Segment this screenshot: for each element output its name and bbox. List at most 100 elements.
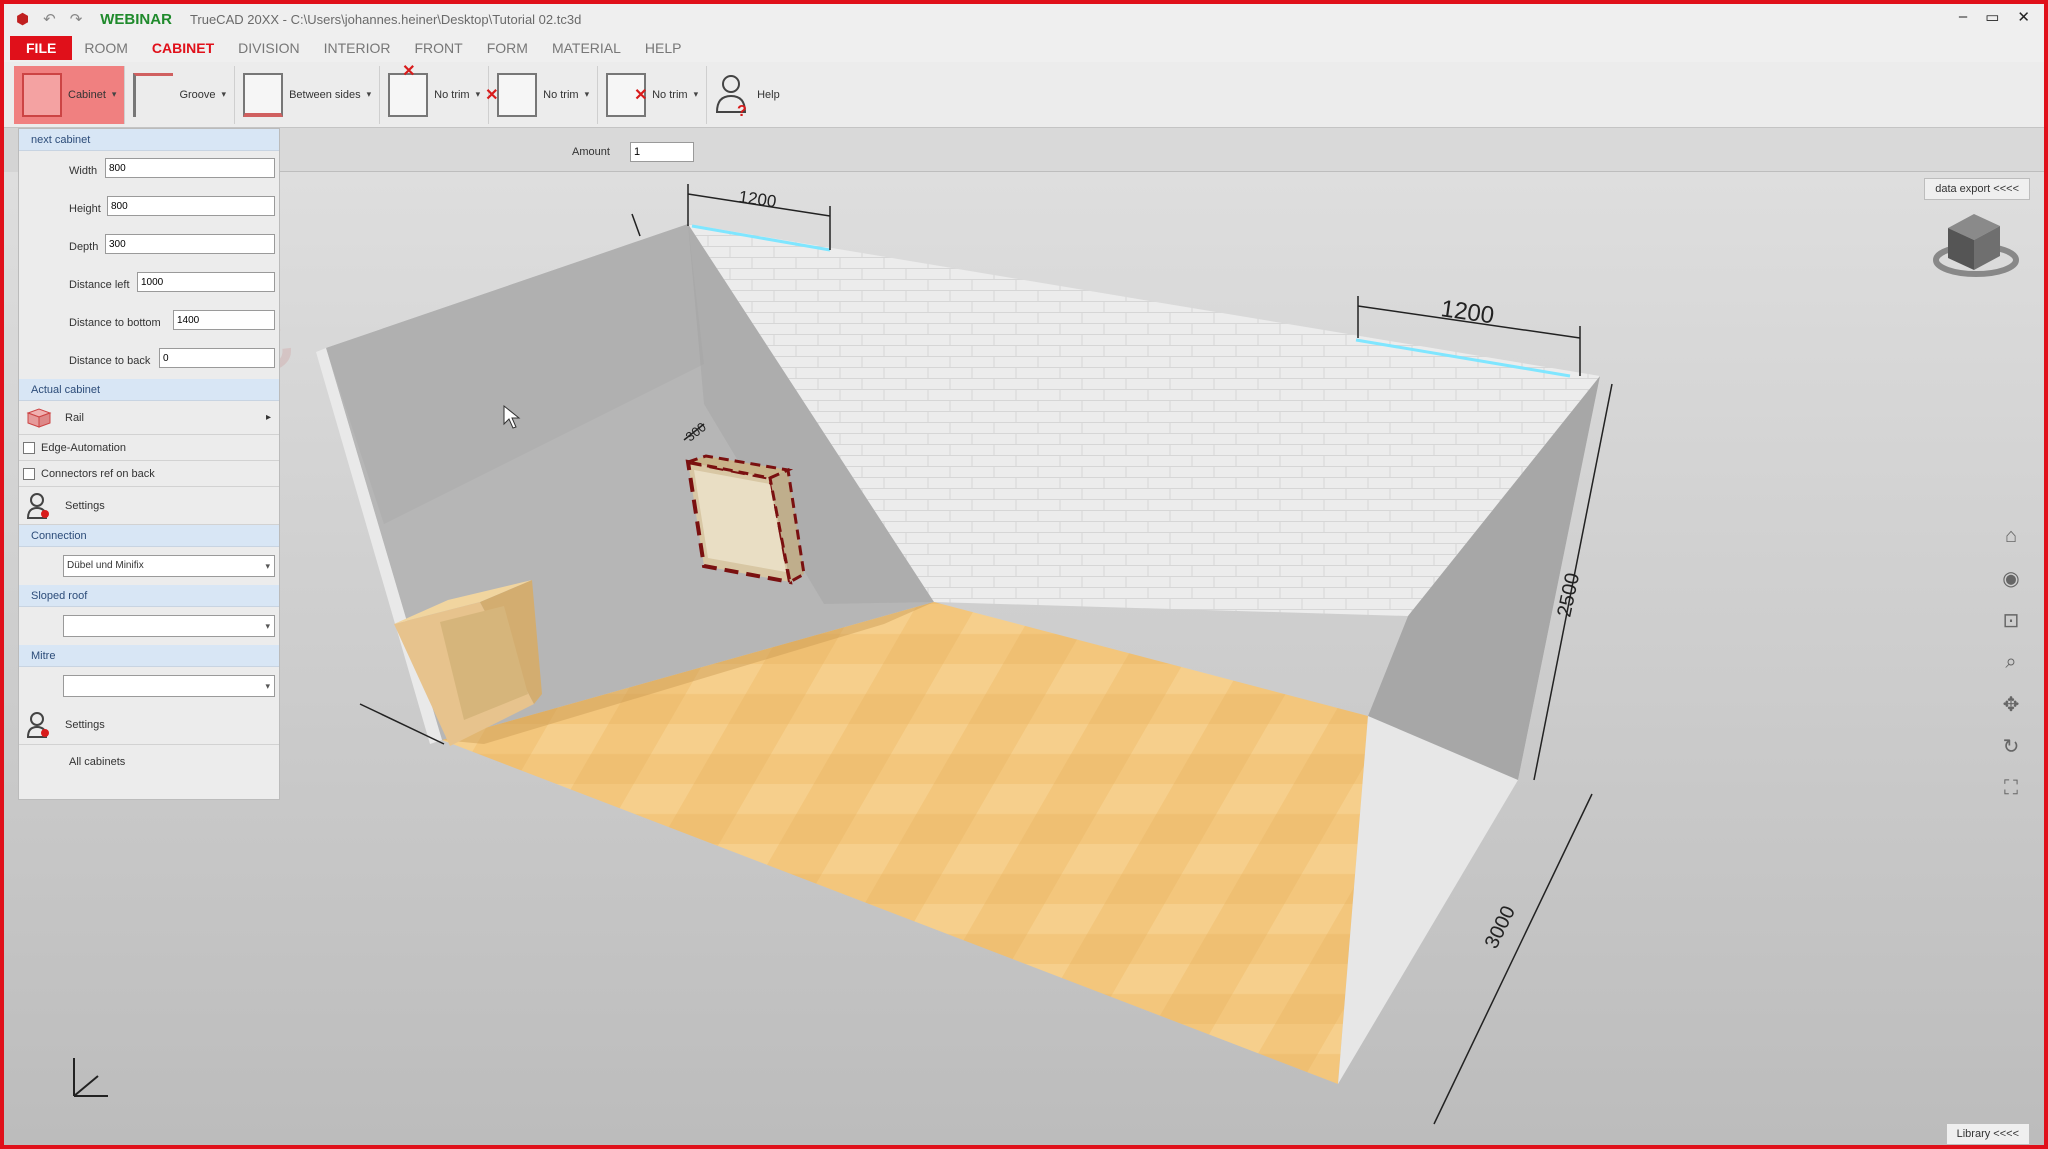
no-trim-right-button[interactable]: ✕ No trim ▾: [598, 65, 708, 124]
height-input[interactable]: [107, 196, 275, 216]
undo-icon[interactable]: ↶: [43, 10, 56, 28]
room-scene[interactable]: 1200 1200 300 2500 3000: [4, 172, 2044, 1145]
distance-bottom-label: Distance to bottom: [69, 317, 161, 329]
edge-automation-label: Edge-Automation: [41, 441, 126, 454]
help-button[interactable]: ? Help: [707, 66, 788, 124]
connection-select[interactable]: Dübel und Minifix: [63, 555, 275, 577]
tab-form[interactable]: FORM: [475, 36, 540, 60]
actual-cabinet-section: Actual cabinet: [19, 379, 279, 401]
options-bar: Amount: [280, 128, 2044, 172]
cabinet-properties-panel: next cabinet Width Height Depth Distance…: [18, 128, 280, 800]
distance-back-field: Distance to back: [19, 341, 279, 379]
chevron-right-icon[interactable]: ▸: [266, 412, 271, 423]
distance-back-input[interactable]: [159, 348, 275, 368]
quick-access-toolbar: ⬢ ↶ ↷: [4, 10, 82, 28]
cabinet-icon: [22, 72, 62, 117]
all-cabinets-row[interactable]: All cabinets: [19, 745, 279, 779]
orbit-icon[interactable]: ◉: [1998, 566, 2024, 590]
window-title: TrueCAD 20XX - C:\Users\johannes.heiner\…: [189, 11, 582, 27]
tab-cabinet[interactable]: CABINET: [140, 36, 226, 60]
settings-row-2[interactable]: Settings: [19, 705, 279, 745]
no-trim-top-button[interactable]: ✕ No trim ▾: [380, 63, 490, 124]
chevron-down-icon[interactable]: ▾: [222, 89, 227, 100]
sloped-roof-section: Sloped roof: [19, 585, 279, 607]
mitre-select[interactable]: [63, 675, 275, 697]
settings-label-2: Settings: [65, 718, 105, 731]
app-icon[interactable]: ⬢: [16, 10, 29, 28]
pan-icon[interactable]: ✥: [1998, 692, 2024, 716]
restore-button[interactable]: ▭: [1985, 8, 1999, 26]
ribbon-tabs: FILE ROOM CABINET DIVISION INTERIOR FRON…: [4, 34, 2044, 62]
brand-label: WEBINAR: [100, 10, 172, 28]
zoom-window-icon[interactable]: ⊡: [1998, 608, 2024, 632]
svg-text:?: ?: [737, 103, 747, 118]
distance-back-label: Distance to back: [69, 355, 151, 367]
settings-label-1: Settings: [65, 499, 105, 512]
width-field: Width: [19, 151, 279, 189]
no-trim-right-label: No trim: [652, 88, 688, 101]
mitre-section: Mitre: [19, 645, 279, 667]
depth-label: Depth: [69, 241, 99, 253]
edge-automation-checkbox[interactable]: [23, 441, 35, 454]
fullscreen-icon[interactable]: ⛶: [1998, 776, 2024, 800]
3d-viewport[interactable]: 1200 1200 300 2500 3000 PC data export <…: [4, 172, 2044, 1145]
chevron-down-icon[interactable]: ▾: [112, 89, 117, 100]
cabinet-label: Cabinet: [68, 88, 106, 101]
connection-section: Connection: [19, 525, 279, 547]
groove-icon: [133, 72, 174, 117]
edge-automation-row[interactable]: Edge-Automation: [19, 435, 279, 461]
rail-row[interactable]: Rail ▸: [19, 401, 279, 435]
trim-left-icon: ✕: [485, 72, 538, 117]
user-settings-icon: [25, 492, 53, 520]
tab-help[interactable]: HELP: [633, 36, 694, 60]
trim-top-icon: ✕: [388, 63, 429, 117]
chevron-down-icon[interactable]: ▾: [585, 89, 590, 100]
library-button[interactable]: Library <<<<: [1945, 1123, 2030, 1145]
connectors-checkbox[interactable]: [23, 467, 35, 480]
tab-interior[interactable]: INTERIOR: [312, 36, 403, 60]
tab-room[interactable]: ROOM: [72, 36, 140, 60]
no-trim-left-button[interactable]: ✕ No trim ▾: [485, 65, 599, 124]
tab-file[interactable]: FILE: [10, 36, 73, 60]
distance-left-label: Distance left: [69, 279, 130, 291]
groove-button[interactable]: Groove ▾: [125, 65, 236, 124]
between-sides-label: Between sides: [289, 88, 361, 101]
distance-left-field: Distance left: [19, 265, 279, 303]
distance-bottom-input[interactable]: [173, 310, 275, 330]
amount-input[interactable]: [630, 142, 694, 162]
wall-cabinet[interactable]: [682, 454, 806, 585]
groove-label: Groove: [179, 88, 216, 101]
no-trim-top-label: No trim: [434, 88, 470, 101]
ribbon-toolbar: Cabinet ▾ Groove ▾ Between sides ▾ ✕ No …: [4, 62, 2044, 128]
depth-field: Depth: [19, 227, 279, 265]
width-input[interactable]: [105, 158, 275, 178]
depth-input[interactable]: [105, 234, 275, 254]
between-sides-button[interactable]: Between sides ▾: [235, 65, 381, 124]
height-label: Height: [69, 203, 101, 215]
rail-icon: [25, 404, 53, 432]
trim-right-icon: ✕: [606, 72, 648, 117]
cabinet-button[interactable]: Cabinet ▾: [14, 65, 126, 124]
rotate-icon[interactable]: ↻: [1998, 734, 2024, 758]
chevron-down-icon[interactable]: ▾: [694, 89, 699, 100]
height-field: Height: [19, 189, 279, 227]
amount-label: Amount: [572, 146, 610, 158]
zoom-icon[interactable]: ⌕: [1998, 650, 2024, 674]
settings-row-1[interactable]: Settings: [19, 487, 279, 525]
connectors-row[interactable]: Connectors ref on back: [19, 461, 279, 487]
title-bar: ⬢ ↶ ↷ WEBINAR TrueCAD 20XX - C:\Users\jo…: [4, 4, 2044, 34]
minimize-button[interactable]: ‒: [1959, 8, 1967, 26]
chevron-down-icon[interactable]: ▾: [367, 89, 372, 100]
data-export-button[interactable]: data export <<<<: [1924, 178, 2030, 200]
tab-division[interactable]: DIVISION: [226, 36, 311, 60]
distance-left-input[interactable]: [137, 272, 275, 292]
connectors-label: Connectors ref on back: [41, 467, 155, 480]
sloped-roof-select[interactable]: [63, 615, 275, 637]
all-cabinets-label: All cabinets: [69, 756, 126, 768]
home-icon[interactable]: ⌂: [1998, 524, 2024, 548]
tab-material[interactable]: MATERIAL: [540, 36, 633, 60]
close-button[interactable]: ✕: [2017, 8, 2030, 26]
tab-front[interactable]: FRONT: [403, 36, 475, 60]
chevron-down-icon[interactable]: ▾: [476, 89, 481, 100]
redo-icon[interactable]: ↷: [70, 10, 83, 28]
